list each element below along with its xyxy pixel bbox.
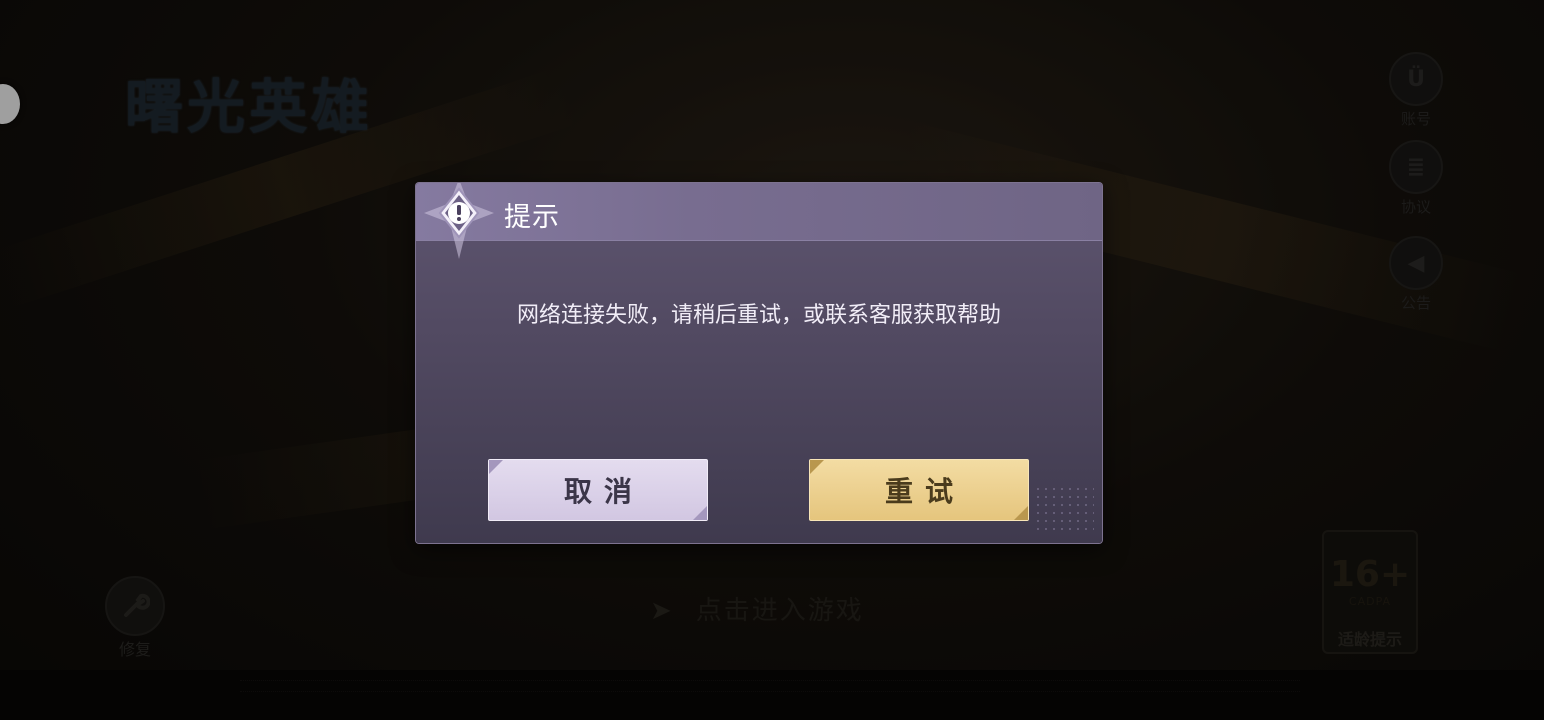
- dialog-title: 提示: [504, 202, 560, 233]
- dialog-header: 提示: [416, 183, 1102, 241]
- network-error-dialog: 提示 网络连接失败，请稍后重试，或联系客服获取帮助 取消 重试: [416, 183, 1102, 543]
- warning-icon: [424, 183, 494, 259]
- dialog-message: 网络连接失败，请稍后重试，或联系客服获取帮助: [516, 303, 1001, 328]
- button-corner-decoration: [1014, 506, 1028, 520]
- cancel-button-label: 取消: [563, 475, 644, 508]
- game-login-screen: 曙光英雄 Ü 账号 ≣ 协议 ◀ 公告 修复 ➤ 点击进入游戏 16+ CADPA…: [0, 0, 1544, 720]
- decorative-dots: [1034, 485, 1094, 535]
- button-corner-decoration: [810, 460, 824, 474]
- cancel-button[interactable]: 取消: [488, 459, 708, 521]
- retry-button[interactable]: 重试: [809, 459, 1029, 521]
- button-corner-decoration: [489, 460, 503, 474]
- button-corner-decoration: [693, 506, 707, 520]
- retry-button-label: 重试: [884, 475, 965, 508]
